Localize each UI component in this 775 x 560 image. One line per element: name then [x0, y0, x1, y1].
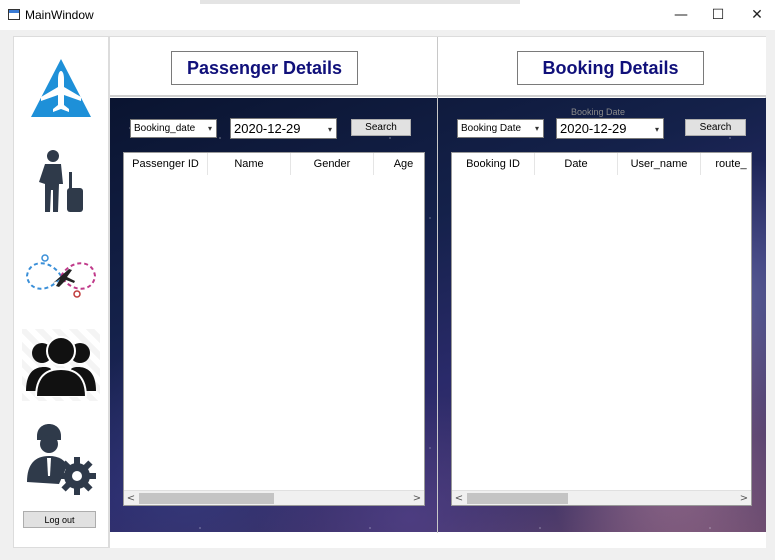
booking-details-header: Booking Details — [517, 51, 704, 85]
booking-table[interactable]: Booking ID Date User_name route_ < > — [451, 152, 752, 506]
passenger-details-header: Passenger Details — [171, 51, 358, 85]
main-window: MainWindow — ☐ ✕ Log out Passenger Detai… — [0, 0, 775, 560]
booking-search-button[interactable]: Search — [685, 119, 746, 136]
booking-filter-value: Booking Date — [461, 123, 522, 134]
passenger-table-header: Passenger ID Name Gender Age — [124, 153, 424, 175]
chevron-down-icon: ▾ — [327, 125, 332, 134]
space-background: Booking_date ▾ 2020-12-29 ▾ Search Passe… — [110, 98, 766, 532]
sidebar-item-home[interactable] — [22, 55, 100, 121]
scroll-left-icon[interactable]: < — [124, 492, 138, 505]
column-header[interactable]: Gender — [291, 153, 374, 175]
booking-date-picker[interactable]: 2020-12-29 ▾ — [556, 118, 664, 139]
booking-filter-select[interactable]: Booking Date ▾ — [457, 119, 544, 138]
passenger-filter-select[interactable]: Booking_date ▾ — [130, 119, 217, 138]
passenger-table-scrollbar[interactable]: < > — [124, 490, 424, 505]
maximize-button[interactable]: ☐ — [698, 0, 738, 30]
traveler-luggage-icon — [39, 150, 83, 212]
passenger-date-value: 2020-12-29 — [234, 121, 301, 136]
chevron-down-icon: ▾ — [654, 125, 659, 134]
passenger-date-picker[interactable]: 2020-12-29 ▾ — [230, 118, 337, 139]
title-bar: MainWindow — ☐ ✕ — [0, 0, 775, 30]
column-header[interactable]: Name — [208, 153, 291, 175]
column-header[interactable]: User_name — [618, 153, 701, 175]
chevron-down-icon: ▾ — [207, 124, 212, 133]
logout-button[interactable]: Log out — [23, 511, 96, 528]
booking-table-scrollbar[interactable]: < > — [452, 490, 751, 505]
scrollbar-thumb[interactable] — [467, 493, 568, 504]
window-app-icon — [8, 9, 20, 20]
column-header[interactable]: Age — [374, 153, 424, 175]
airline-logo-icon — [31, 59, 91, 117]
sidebar: Log out — [13, 36, 109, 548]
booking-table-header: Booking ID Date User_name route_ — [452, 153, 751, 175]
footer-area — [110, 532, 766, 548]
column-header[interactable]: Date — [535, 153, 618, 175]
column-header[interactable]: route_ — [701, 153, 751, 175]
scroll-right-icon[interactable]: > — [737, 492, 751, 505]
admin-settings-icon — [27, 424, 96, 495]
scroll-left-icon[interactable]: < — [452, 492, 466, 505]
window-title: MainWindow — [25, 8, 94, 22]
passenger-table[interactable]: Passenger ID Name Gender Age < > — [123, 152, 425, 506]
flight-route-icon — [25, 254, 97, 298]
minimize-button[interactable]: — — [661, 0, 701, 30]
users-group-icon — [26, 336, 96, 397]
column-header[interactable]: Passenger ID — [124, 153, 208, 175]
passenger-search-button[interactable]: Search — [351, 119, 411, 136]
scrollbar-thumb[interactable] — [139, 493, 274, 504]
sidebar-item-users[interactable] — [22, 329, 100, 401]
chevron-down-icon: ▾ — [534, 124, 539, 133]
sidebar-item-admin[interactable] — [22, 421, 100, 499]
header-area: Passenger Details Booking Details — [110, 37, 766, 97]
panel-divider — [437, 37, 438, 533]
booking-date-value: 2020-12-29 — [560, 121, 627, 136]
column-header[interactable]: Booking ID — [452, 153, 535, 175]
sidebar-item-flights[interactable] — [22, 242, 100, 310]
main-panel: Passenger Details Booking Details Bookin… — [109, 36, 766, 548]
sidebar-item-passengers[interactable] — [22, 147, 100, 215]
booking-date-label: Booking Date — [571, 107, 626, 117]
passenger-filter-value: Booking_date — [134, 123, 196, 134]
title-bar-strip — [200, 0, 520, 4]
scroll-right-icon[interactable]: > — [410, 492, 424, 505]
close-button[interactable]: ✕ — [737, 0, 775, 30]
